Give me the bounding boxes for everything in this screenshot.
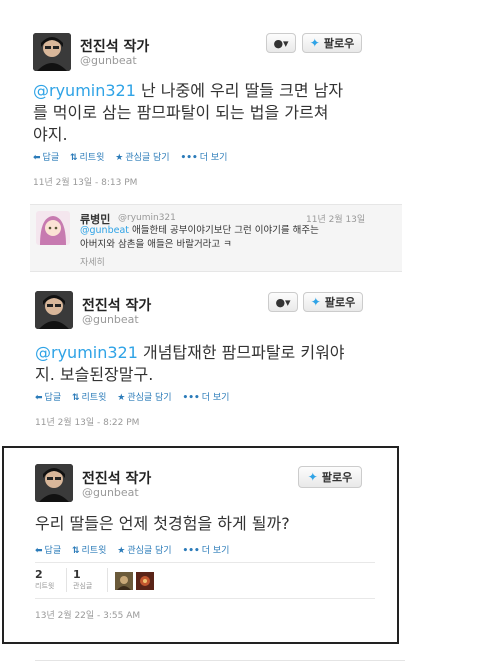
tweet-actions: ⬅ 답글 ⇅ 리트윗 ★ 관심글 담기 ••• 더 보기 [35, 543, 237, 556]
more-button[interactable]: ••• 더 보기 [182, 543, 229, 556]
reply-author-handle[interactable]: @ryumin321 [118, 213, 176, 223]
reply-mention-link[interactable]: @gunbeat [80, 225, 129, 236]
dots-icon: ••• [182, 393, 200, 403]
stat-separator [107, 568, 108, 592]
author-handle[interactable]: @gunbeat [80, 54, 137, 67]
favorite-count-label: 관심글 [73, 582, 93, 590]
avatar[interactable] [35, 464, 73, 502]
dots-icon: ••• [180, 153, 198, 163]
reply-arrow-icon: ⬅ [35, 546, 43, 556]
retweet-button[interactable]: ⇅ 리트윗 [72, 390, 106, 403]
follow-button[interactable]: ✦ 팔로우 [303, 292, 363, 312]
star-icon: ★ [115, 153, 124, 163]
reply-detail-link[interactable]: 자세히 [80, 255, 105, 268]
favorite-button[interactable]: ★ 관심글 담기 [117, 543, 171, 556]
favorite-button[interactable]: ★ 관심글 담기 [115, 150, 169, 163]
reply-avatar[interactable] [36, 211, 70, 245]
reply-tweet: 류병민 @ryumin321 11년 2월 13일 @gunbeat 애들한테 … [30, 204, 402, 272]
user-actions-button[interactable]: ●▾ [268, 292, 298, 312]
retweet-icon: ⇅ [71, 546, 80, 556]
retweet-icon: ⇅ [71, 393, 80, 403]
reply-arrow-icon: ⬅ [33, 153, 41, 163]
reply-button[interactable]: ⬅ 답글 [35, 390, 61, 403]
author-name[interactable]: 전진석 작가 [82, 295, 151, 315]
stat-separator [66, 568, 67, 592]
follow-label: 팔로우 [321, 471, 353, 484]
mention-link[interactable]: @ryumin321 [35, 343, 138, 362]
avatar[interactable] [33, 33, 71, 71]
retweet-count: 2 [35, 568, 43, 581]
author-handle[interactable]: @gunbeat [82, 313, 139, 326]
author-name[interactable]: 전진석 작가 [80, 36, 149, 56]
divider [35, 598, 375, 599]
user-icon: ●▾ [275, 295, 291, 309]
tweet-timestamp[interactable]: 11년 2월 13일 - 8:22 PM [35, 415, 139, 428]
follow-label: 팔로우 [324, 296, 356, 309]
follow-button[interactable]: ✦ 팔로우 [298, 466, 362, 488]
tweet-text: @ryumin321 난 나중에 우리 딸들 크면 남자 를 먹이로 삼는 팜므… [33, 81, 344, 144]
reply-text: @gunbeat 애들한테 공부이야기보단 그런 이야기를 해주는 아버지와 삼… [80, 225, 319, 250]
author-name[interactable]: 전진석 작가 [82, 468, 151, 488]
favorite-stat[interactable]: 1 관심글 [73, 568, 92, 591]
retweet-button[interactable]: ⇅ 리트윗 [70, 150, 104, 163]
author-handle[interactable]: @gunbeat [82, 486, 139, 499]
twitter-bird-icon: ✦ [307, 470, 318, 484]
tweet-text: 우리 딸들은 언제 첫경험을 하게 될까? [35, 514, 290, 533]
more-button[interactable]: ••• 더 보기 [182, 390, 229, 403]
tweet-timestamp[interactable]: 11년 2월 13일 - 8:13 PM [33, 175, 137, 188]
tweet-actions: ⬅ 답글 ⇅ 리트윗 ★ 관심글 담기 ••• 더 보기 [33, 150, 235, 163]
retweeter-avatar[interactable] [115, 572, 133, 590]
star-icon: ★ [117, 546, 126, 556]
user-icon: ●▾ [273, 36, 289, 50]
retweet-stat[interactable]: 2 리트윗 [35, 568, 54, 591]
tweet-actions: ⬅ 답글 ⇅ 리트윗 ★ 관심글 담기 ••• 더 보기 [35, 390, 237, 403]
reply-button[interactable]: ⬅ 답글 [33, 150, 59, 163]
avatar[interactable] [35, 291, 73, 329]
follow-label: 팔로우 [323, 37, 355, 50]
retweet-icon: ⇅ [69, 153, 78, 163]
reply-arrow-icon: ⬅ [35, 393, 43, 403]
tweet-timestamp[interactable]: 13년 2월 22일 - 3:55 AM [35, 608, 140, 621]
mention-link[interactable]: @ryumin321 [33, 81, 136, 100]
tweet-3-frame: 전진석 작가 @gunbeat ✦ 팔로우 우리 딸들은 언제 첫경험을 하게 … [2, 446, 399, 644]
twitter-bird-icon: ✦ [310, 295, 321, 309]
more-button[interactable]: ••• 더 보기 [180, 150, 227, 163]
favoriter-avatar[interactable] [136, 572, 154, 590]
next-tweet-edge [35, 660, 405, 661]
dots-icon: ••• [182, 546, 200, 556]
favorite-count: 1 [73, 568, 81, 581]
reply-button[interactable]: ⬅ 답글 [35, 543, 61, 556]
star-icon: ★ [117, 393, 126, 403]
twitter-bird-icon: ✦ [309, 36, 320, 50]
tweet-text: @ryumin321 개념탑재한 팜므파탈로 키워야 지. 보슬된장말구. [35, 343, 345, 384]
retweet-button[interactable]: ⇅ 리트윗 [72, 543, 106, 556]
favorite-button[interactable]: ★ 관심글 담기 [117, 390, 171, 403]
divider [35, 562, 375, 563]
user-actions-button[interactable]: ●▾ [266, 33, 296, 53]
retweet-count-label: 리트윗 [35, 582, 55, 590]
follow-button[interactable]: ✦ 팔로우 [302, 33, 362, 53]
